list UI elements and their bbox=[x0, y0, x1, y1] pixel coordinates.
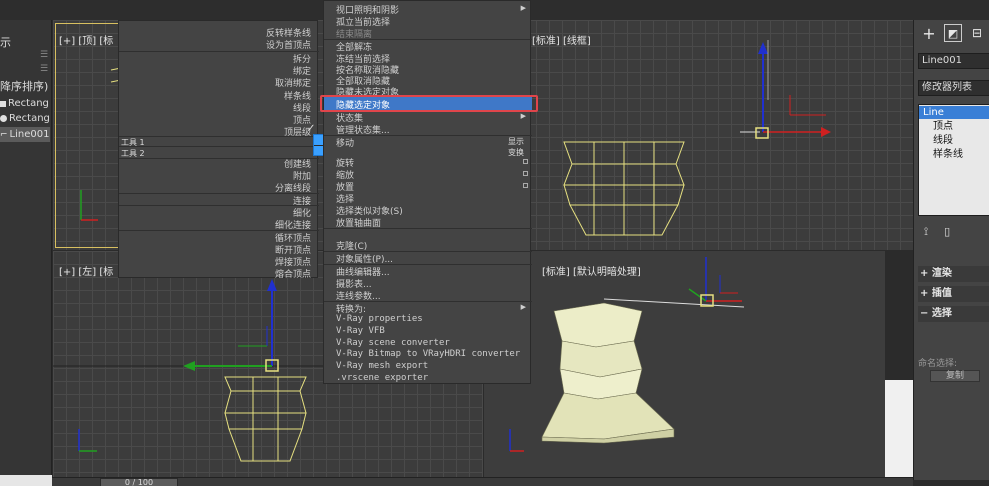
options-box-icon[interactable] bbox=[523, 159, 528, 164]
menu-separator bbox=[119, 193, 319, 194]
context-menu-item[interactable]: V-Ray Bitmap to VRayHDRI converter bbox=[336, 349, 520, 359]
rollout-label: 插值 bbox=[931, 288, 952, 299]
context-menu-item[interactable]: .vrscene exporter bbox=[336, 373, 428, 383]
rollout-label: 渲染 bbox=[931, 268, 952, 279]
stack-tools: ⟟ ▯ bbox=[918, 225, 989, 241]
object-name-field[interactable]: Line001 bbox=[918, 53, 989, 69]
line-shape-icon: ⌐ bbox=[0, 129, 8, 140]
list-item-selected[interactable]: ⌐ Line001 bbox=[0, 127, 50, 142]
stack-item-vertex[interactable]: 顶点 bbox=[919, 120, 989, 133]
context-menu-item[interactable]: V-Ray VFB bbox=[336, 326, 385, 336]
rollout-selection[interactable]: − 选择 bbox=[918, 306, 989, 322]
create-plus-icon[interactable]: + bbox=[920, 24, 938, 43]
rollout-label: 选择 bbox=[931, 308, 952, 319]
viewport-front[interactable]: [标准] [线框] bbox=[484, 20, 913, 250]
context-menu-item[interactable]: V-Ray properties bbox=[336, 314, 423, 324]
menu-separator bbox=[119, 146, 319, 147]
list-item-label: Rectang bbox=[9, 113, 50, 124]
circle-shape-icon bbox=[0, 115, 7, 122]
context-menu-item[interactable]: V-Ray scene converter bbox=[336, 338, 450, 348]
menu-icon[interactable]: ☰ bbox=[40, 64, 48, 74]
viewport-perspective[interactable]: [标准] [默认明暗处理] bbox=[484, 251, 885, 477]
quad-menu-item[interactable]: 取消绑定 bbox=[275, 76, 311, 89]
list-item[interactable]: Rectang bbox=[0, 96, 50, 111]
list-item[interactable]: Rectang bbox=[0, 111, 50, 126]
front-view-drawing bbox=[563, 40, 831, 236]
command-panel: + ◩ ⊟ Line001 修改器列表 Line 顶点 线段 样条线 ⟟ ▯ +… bbox=[913, 20, 989, 480]
stack-item-segment[interactable]: 线段 bbox=[919, 134, 989, 147]
context-menu-item[interactable]: V-Ray mesh export bbox=[336, 361, 428, 371]
stack-item-line[interactable]: Line bbox=[919, 106, 989, 119]
context-menu: 视口照明和阴影 ▶ 孤立当前选择 结束隔离 全部解冻 冻结当前选择 按名称取消隐… bbox=[320, 0, 538, 384]
rollout-rendering[interactable]: + 渲染 bbox=[918, 266, 989, 282]
submenu-arrow-icon: ▶ bbox=[520, 303, 526, 311]
viewport-edge-panel bbox=[885, 380, 913, 477]
time-slider-knob[interactable]: 0 / 100 bbox=[100, 478, 178, 486]
menu-separator bbox=[119, 136, 319, 137]
options-box-icon[interactable] bbox=[523, 171, 528, 176]
menu-separator bbox=[119, 51, 319, 52]
modifier-list-dropdown[interactable]: 修改器列表 bbox=[918, 80, 989, 96]
rollout-interpolation[interactable]: + 插值 bbox=[918, 286, 989, 302]
annotation-highlight-box bbox=[320, 95, 538, 112]
quad-menu-item[interactable]: 熔合顶点 bbox=[275, 267, 311, 280]
quad-menu-item[interactable]: 设为首顶点 bbox=[266, 38, 311, 51]
command-panel-tabs: + ◩ ⊟ bbox=[914, 24, 989, 46]
perspective-view-drawing bbox=[509, 257, 745, 452]
named-selection-label: 命名选择: bbox=[918, 359, 958, 369]
quad-label-show: 显示 bbox=[508, 137, 524, 146]
checkmark-icon: ✓ bbox=[307, 123, 316, 134]
scene-explorer: 示 ☰ ☰ 降序排序) Rectang Rectang ⌐ Line001 bbox=[0, 20, 52, 475]
copy-button[interactable]: 复制 bbox=[930, 370, 980, 382]
scene-explorer-header: 示 bbox=[0, 36, 11, 49]
menu-separator bbox=[119, 205, 319, 206]
square-shape-icon bbox=[0, 100, 6, 107]
show-end-result-icon[interactable]: ▯ bbox=[944, 225, 950, 241]
quad-label-transform: 变换 bbox=[508, 148, 524, 157]
stack-item-spline[interactable]: 样条线 bbox=[919, 148, 989, 161]
modify-icon[interactable]: ◩ bbox=[944, 24, 962, 42]
timeline-slider[interactable]: 0 / 100 bbox=[52, 477, 913, 486]
menu-icon[interactable]: ☰ bbox=[40, 50, 48, 60]
sort-label[interactable]: 降序排序) bbox=[0, 78, 48, 94]
hierarchy-icon[interactable]: ⊟ bbox=[968, 24, 986, 42]
pin-stack-icon[interactable]: ⟟ bbox=[924, 225, 928, 241]
list-item-label: Line001 bbox=[9, 129, 50, 140]
submenu-arrow-icon: ▶ bbox=[520, 4, 526, 12]
bottom-left-bar bbox=[0, 475, 52, 486]
submenu-arrow-icon: ▶ bbox=[520, 112, 526, 120]
menu-separator bbox=[324, 135, 532, 136]
options-box-icon[interactable] bbox=[523, 183, 528, 188]
list-item-label: Rectang bbox=[8, 98, 49, 109]
modifier-stack: Line 顶点 线段 样条线 bbox=[918, 104, 989, 216]
quad-menu: 反转样条线 设为首顶点 拆分 绑定 取消绑定 样条线 线段 顶点 顶层级 ✓ 工… bbox=[118, 20, 319, 280]
menu-separator bbox=[324, 228, 532, 229]
app-window: 示 ☰ ☰ 降序排序) Rectang Rectang ⌐ Line001 [+… bbox=[0, 0, 989, 486]
context-menu-item[interactable]: 移动 bbox=[336, 136, 354, 149]
